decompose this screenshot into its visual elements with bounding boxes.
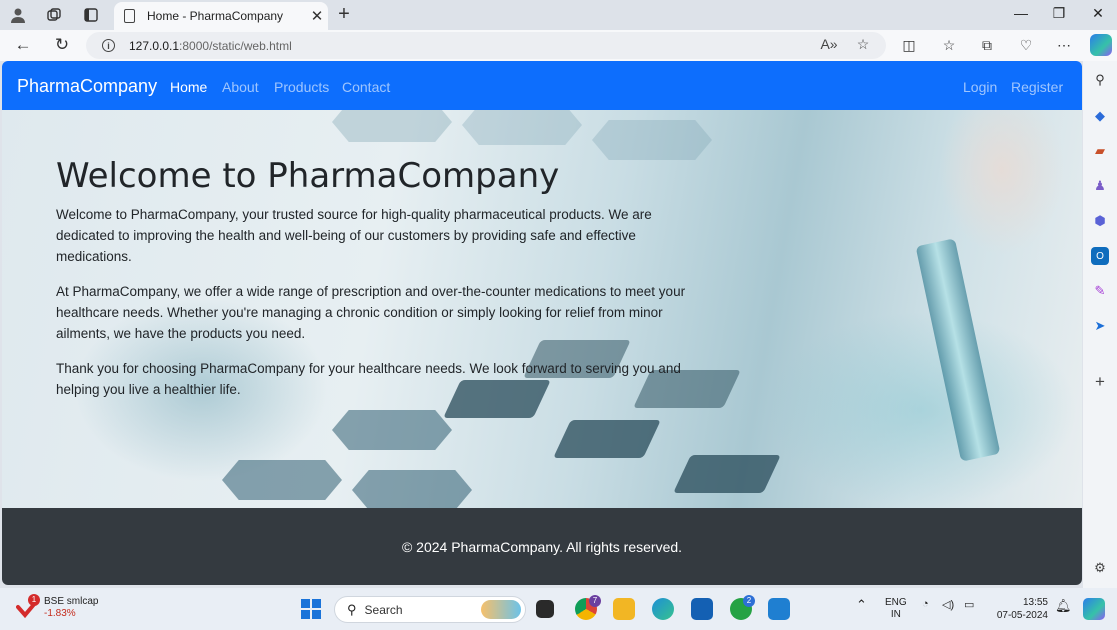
edge-icon[interactable]: [652, 598, 674, 620]
vscode-icon[interactable]: [768, 598, 790, 620]
refresh-icon[interactable]: ↻: [51, 35, 73, 55]
hero-paragraph-1: Welcome to PharmaCompany, your trusted s…: [56, 207, 652, 264]
browser-essentials-icon[interactable]: ♡: [1015, 37, 1037, 54]
browser-tab-bar: Home - PharmaCompany ✕ + — ❐ ✕: [0, 0, 1117, 30]
settings-gear-icon[interactable]: ⚙: [1091, 559, 1109, 577]
chrome-badge: 7: [589, 595, 601, 607]
shopping-tag-icon[interactable]: ◆: [1091, 107, 1109, 125]
profile-icon[interactable]: [7, 5, 29, 25]
wifi-icon[interactable]: ◔: [922, 598, 929, 610]
hero-content: Welcome to PharmaCompany Welcome to Phar…: [56, 156, 696, 414]
tools-icon[interactable]: ▰: [1091, 142, 1109, 160]
hero-title: Welcome to PharmaCompany: [56, 156, 560, 196]
address-row: ← ↻ i 127.0.0.1:8000/static/web.html A» …: [0, 30, 1117, 61]
language-indicator[interactable]: ENG IN: [885, 597, 907, 621]
page-icon: [124, 9, 135, 23]
hero-bg-key: [673, 455, 781, 493]
search-label: Search: [364, 602, 403, 617]
more-menu-icon[interactable]: ⋯: [1053, 37, 1075, 54]
tab-actions-icon[interactable]: [80, 5, 102, 25]
read-aloud-icon[interactable]: A»: [819, 36, 839, 52]
send-icon[interactable]: ➤: [1091, 317, 1109, 335]
hero-paragraph-2: At PharmaCompany, we offer a wide range …: [56, 284, 686, 341]
search-icon[interactable]: ⚲: [1091, 71, 1109, 89]
minimize-icon[interactable]: —: [1011, 5, 1031, 21]
nav-login[interactable]: Login: [963, 79, 997, 95]
site-footer: © 2024 PharmaCompany. All rights reserve…: [2, 508, 1082, 585]
back-icon[interactable]: ←: [12, 35, 34, 55]
search-icon: ⚲: [347, 601, 357, 617]
games-icon[interactable]: ♟: [1091, 177, 1109, 195]
store-icon[interactable]: [691, 598, 713, 620]
hero-bg-shape: [352, 470, 472, 508]
address-bar[interactable]: i 127.0.0.1:8000/static/web.html: [86, 32, 886, 59]
clock[interactable]: 13:55 07-05-2024: [992, 596, 1048, 622]
footer-text: © 2024 PharmaCompany. All rights reserve…: [401, 538, 683, 555]
add-sidebar-item-icon[interactable]: +: [1091, 372, 1109, 391]
nav-products[interactable]: Products: [274, 79, 329, 95]
file-explorer-icon[interactable]: [613, 598, 635, 620]
hero-bg-shape: [462, 110, 582, 145]
site-info-icon[interactable]: i: [102, 39, 115, 52]
whatsapp-badge: 2: [743, 595, 755, 607]
search-highlight-icon: [481, 600, 521, 619]
site-navbar: PharmaCompany Home About Products Contac…: [2, 61, 1082, 110]
web-page: PharmaCompany Home About Products Contac…: [2, 61, 1082, 585]
active-tab[interactable]: Home - PharmaCompany ✕: [114, 2, 328, 30]
battery-icon[interactable]: ▭: [964, 598, 974, 611]
task-view-icon[interactable]: [536, 600, 554, 618]
tab-title: Home - PharmaCompany: [147, 9, 284, 23]
stock-widget[interactable]: 1 BSE smlcap -1.83%: [16, 594, 99, 620]
window-close-icon[interactable]: ✕: [1088, 5, 1108, 22]
show-hidden-icons[interactable]: ⌃: [856, 597, 867, 613]
hero-bg-shape: [332, 410, 452, 450]
nav-home[interactable]: Home: [170, 79, 207, 95]
start-button[interactable]: [301, 599, 321, 619]
copilot-taskbar-icon[interactable]: [1083, 598, 1105, 620]
nav-register[interactable]: Register: [1011, 79, 1063, 95]
copilot-icon[interactable]: [1090, 34, 1112, 56]
stock-change: -1.83%: [44, 608, 76, 619]
designer-icon[interactable]: ✎: [1091, 282, 1109, 300]
restore-icon[interactable]: ❐: [1049, 5, 1069, 22]
stock-name: BSE smlcap: [44, 596, 99, 607]
collections-icon[interactable]: ⧉: [976, 37, 998, 54]
hero-paragraph-3: Thank you for choosing PharmaCompany for…: [56, 361, 681, 397]
new-tab-icon[interactable]: +: [334, 3, 354, 26]
url-text: 127.0.0.1:8000/static/web.html: [129, 38, 292, 53]
hero-section: Welcome to PharmaCompany Welcome to Phar…: [2, 110, 1082, 508]
close-tab-icon[interactable]: ✕: [306, 7, 328, 25]
hero-bg-shape: [222, 460, 342, 500]
site-brand[interactable]: PharmaCompany: [17, 76, 157, 97]
favorite-star-icon[interactable]: ☆: [853, 36, 873, 53]
test-tube-image: [915, 238, 1001, 462]
edge-sidebar: ⚲ ◆ ▰ ♟ ⬢ O ✎ ➤ + ⚙: [1083, 61, 1117, 588]
hero-bg-shape: [332, 110, 452, 142]
favorites-icon[interactable]: ☆: [938, 37, 960, 54]
windows-taskbar: 1 BSE smlcap -1.83% ⚲ Search 7 2 ⌃ ENG I…: [0, 588, 1117, 630]
nav-about[interactable]: About: [222, 79, 259, 95]
stock-chart-icon: 1: [16, 594, 40, 619]
nav-contact[interactable]: Contact: [342, 79, 390, 95]
m365-icon[interactable]: ⬢: [1091, 212, 1109, 230]
hero-bg-key: [553, 420, 661, 458]
stock-badge: 1: [28, 594, 40, 606]
notification-bell-icon[interactable]: 🔔︎: [1055, 598, 1072, 614]
split-screen-icon[interactable]: ◫: [898, 37, 920, 54]
taskbar-search[interactable]: ⚲ Search: [334, 596, 526, 623]
workspaces-icon[interactable]: [43, 5, 65, 25]
volume-icon[interactable]: ◁): [942, 598, 954, 611]
hero-bg-shape: [592, 120, 712, 160]
outlook-icon[interactable]: O: [1091, 247, 1109, 265]
